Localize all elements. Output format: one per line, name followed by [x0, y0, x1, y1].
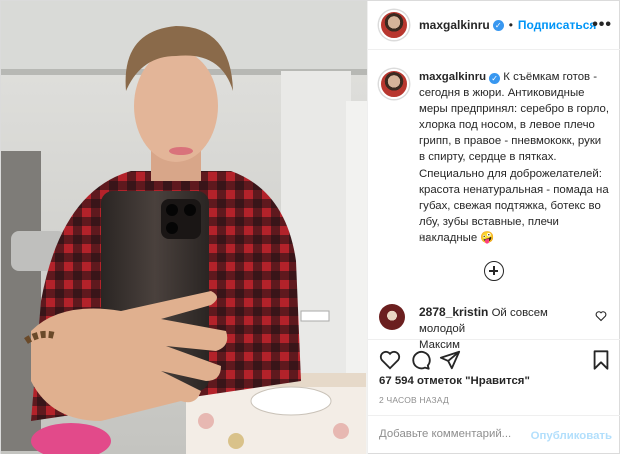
post-timestamp: 2 ЧАСОВ НАЗАД — [379, 395, 449, 405]
caption-timestamp: 2 ч. — [419, 233, 434, 243]
add-comment-bar: Опубликовать — [368, 415, 620, 454]
share-icon[interactable] — [439, 349, 461, 371]
caption-username[interactable]: maxgalkinru — [419, 71, 486, 83]
caption-line: губах, свежая подтяжка, ботекс во — [419, 199, 601, 212]
post-side-panel: maxgalkinru ✓ • Подписаться ••• maxgalki… — [367, 1, 620, 454]
author-avatar[interactable] — [379, 10, 409, 40]
selfie-photo — [1, 1, 367, 454]
post-photo[interactable] — [1, 1, 367, 454]
commenter-avatar[interactable] — [379, 304, 405, 330]
publish-button[interactable]: Опубликовать — [531, 430, 612, 442]
save-icon[interactable] — [590, 349, 612, 371]
action-bar — [368, 339, 620, 379]
post-header: maxgalkinru ✓ • Подписаться ••• — [368, 1, 620, 50]
caption-line: Специально для доброжелателей: — [419, 167, 602, 180]
caption-text: maxgalkinru ✓ К съёмкам готов - сегодня в… — [419, 69, 620, 246]
caption-line: в спирту, сердце в пятках. — [419, 151, 557, 164]
instagram-post: maxgalkinru ✓ • Подписаться ••• maxgalki… — [0, 0, 620, 454]
caption-line: красота ненатуральная - помада на — [419, 183, 609, 196]
caption-line: хлорка под носом, в левое плечо — [419, 119, 595, 132]
follow-button[interactable]: Подписаться — [518, 18, 596, 32]
caption-author-avatar[interactable] — [379, 69, 409, 99]
like-icon[interactable] — [379, 349, 401, 371]
commenter-username[interactable]: 2878_kristin — [419, 305, 488, 319]
comment-input[interactable] — [379, 428, 539, 440]
author-username[interactable]: maxgalkinru — [419, 18, 490, 32]
verified-badge-icon: ✓ — [492, 19, 504, 31]
caption-line: грипп, в правое - пневмококк, руки — [419, 135, 602, 148]
verified-badge-icon: ✓ — [489, 73, 501, 84]
separator-dot: • — [508, 18, 513, 32]
likes-count[interactable]: 67 594 отметок "Нравится" — [379, 375, 530, 387]
comment-icon[interactable] — [409, 349, 431, 371]
comment-like-icon[interactable] — [595, 310, 607, 322]
plus-circle-icon[interactable] — [484, 261, 504, 281]
more-options-icon[interactable]: ••• — [592, 16, 612, 34]
caption-line: К съёмкам готов - — [503, 71, 598, 83]
caption-line: лбу, зубы вставные, плечи — [419, 215, 559, 228]
caption-line: сегодня в жюри. Антиковидные — [419, 87, 585, 100]
caption-line: меры предпринял: серебро в горло, — [419, 103, 609, 116]
